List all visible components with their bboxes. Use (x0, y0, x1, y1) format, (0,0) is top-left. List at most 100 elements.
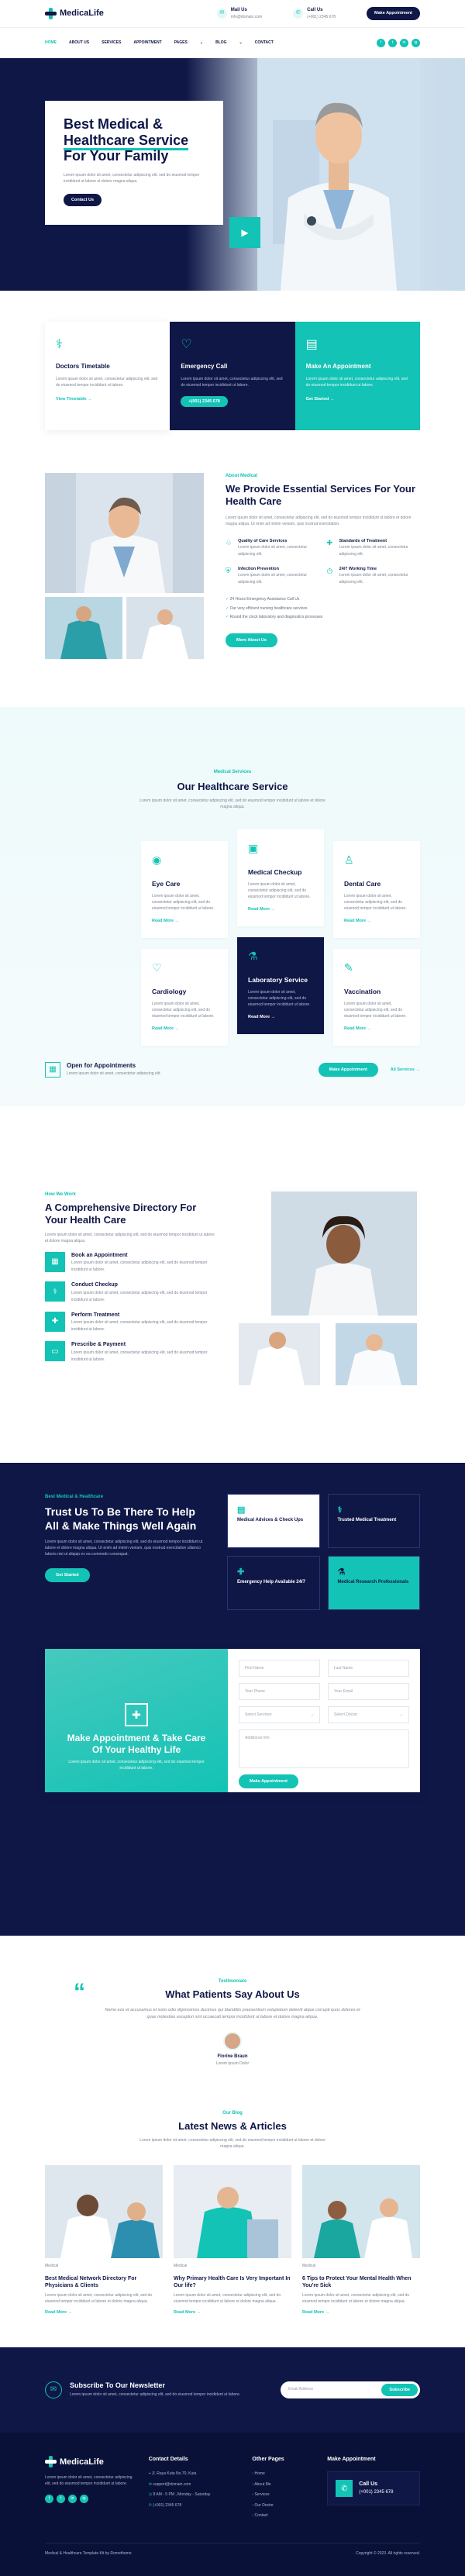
header-appointment-button[interactable]: Make Appointment (367, 7, 420, 20)
instagram-icon[interactable]: ig (412, 39, 420, 47)
nav-item-home[interactable]: HOME (45, 40, 57, 47)
footer-page-link[interactable]: › Home (252, 2471, 316, 2478)
facebook-icon[interactable]: f (45, 2495, 53, 2504)
about-section: About Medical We Provide Essential Servi… (0, 473, 465, 659)
service-card[interactable]: ♡ Cardiology Lorem ipsum dolor sit amet, c… (141, 949, 228, 1047)
clipboard-icon: ▤ (305, 338, 318, 351)
more-about-button[interactable]: More About Us (226, 633, 277, 647)
mail-icon: ✉ (148, 2481, 152, 2487)
play-video-button[interactable]: ▶ (229, 217, 260, 248)
services-select[interactable]: Select Services ⌄ (239, 1706, 320, 1723)
news-card[interactable]: Medical 6 Tips to Protect Your Mental He… (302, 2165, 420, 2316)
copyright-right: Copyright © 2023. All rights reserved. (356, 2550, 420, 2556)
trust-section: Best Medical & Healthcare Trust Us To Be… (0, 1463, 465, 1893)
twitter-icon[interactable]: t (57, 2495, 65, 2504)
about-features: ♧ Quality of Care Services Lorem ipsum dol… (226, 538, 420, 587)
nav-item-appointment[interactable]: APPOINTMENT (133, 40, 161, 47)
all-services-link[interactable]: All Services → (391, 1067, 420, 1073)
nav-item-about-us[interactable]: ABOUT US (69, 40, 89, 47)
hero-contact-button[interactable]: Contact Us (64, 194, 102, 207)
directory-label: How We Work (45, 1192, 76, 1197)
check-item: 24 Hours Emergency Assistance Call Us (226, 597, 420, 603)
footer-page-link[interactable]: › Services (252, 2492, 316, 2498)
open-appointment-button[interactable]: Make Appointment (318, 1062, 378, 1077)
chevron-down-icon: ⌄ (399, 1712, 403, 1717)
feature-text: Lorem ipsum dolor sit amet, consectetur … (181, 377, 283, 388)
logo[interactable]: MedicaLife (45, 7, 104, 20)
last-name-field[interactable]: Last Name (328, 1660, 409, 1677)
phone-field[interactable]: Your Phone (239, 1683, 320, 1700)
services-title: Our Healthcare Service (177, 781, 288, 792)
nav-item-contact[interactable]: CONTACT (255, 40, 274, 47)
news-read-more[interactable]: Read More → (174, 2309, 291, 2316)
call-label: Call Us (307, 7, 323, 12)
services-section: Medical Services Our Healthcare Service … (0, 707, 465, 1106)
service-card[interactable]: ◉ Eye Care Lorem ipsum dolor sit amet, con… (141, 841, 228, 939)
news-image (174, 2165, 291, 2259)
linkedin-icon[interactable]: in (400, 39, 408, 47)
testimonials-section: “ Testimonials What Patients Say About U… (0, 1893, 465, 2087)
first-name-field[interactable]: First Name (239, 1660, 320, 1677)
footer-page-link[interactable]: › Contact (252, 2513, 316, 2519)
news-title[interactable]: Best Medical Network Directory For Physi… (45, 2275, 163, 2289)
news-image (302, 2165, 420, 2259)
trust-get-started-button[interactable]: Get Started (45, 1568, 90, 1583)
subscribe-button[interactable]: Subscribe (381, 2383, 418, 2396)
chevron-down-icon: ⌄ (199, 40, 204, 45)
news-text: Lorem ipsum dolor sit amet, consectetur … (45, 2293, 153, 2305)
newsletter-placeholder: Email Address (288, 2386, 313, 2392)
footer-phone[interactable]: ✆ (+001) 2345 678 (149, 2503, 242, 2509)
service-card[interactable]: ✎ Vaccination Lorem ipsum dolor sit amet, … (333, 949, 420, 1047)
footer-call-box[interactable]: ✆ Call Us (+001) 2345 678 (327, 2471, 420, 2506)
hero-card: Best Medical & Healthcare Service For Yo… (45, 101, 223, 225)
footer-page-link[interactable]: › Our Doctor (252, 2503, 316, 2509)
footer-contact: Contact Details ⌖ Jl. Raya Kuta No.70, K… (149, 2456, 242, 2524)
facebook-icon[interactable]: f (377, 39, 385, 47)
clipboard-icon: ▤ (237, 1505, 246, 1515)
phone-icon: ✆ (148, 2502, 152, 2508)
email-field[interactable]: Your Email (328, 1683, 409, 1700)
step-item: ✚ Perform Treatment Lorem ipsum dolor sit … (45, 1311, 215, 1334)
news-read-more[interactable]: Read More → (302, 2309, 420, 2316)
trust-text: Lorem ipsum dolor sit amet, consectetur … (45, 1540, 203, 1557)
directory-images (239, 1191, 420, 1409)
news-card[interactable]: Medical Why Primary Health Care Is Very … (174, 2165, 291, 2316)
footer-email[interactable]: ✉ support@domain.com (149, 2482, 242, 2488)
appointment-text: Lorem ipsum dolor sit amet, consectetur … (68, 1760, 205, 1771)
step-item: ⚕ Conduct Checkup Lorem ipsum dolor sit am… (45, 1281, 215, 1304)
emergency-call-button[interactable]: +(001) 2345 678 (181, 396, 228, 408)
nav-item-pages[interactable]: PAGES (174, 40, 188, 47)
service-card[interactable]: ♙ Dental Care Lorem ipsum dolor sit amet, … (333, 841, 420, 939)
additional-info-field[interactable]: Additional Info (239, 1729, 409, 1768)
treatment-icon: ✚ (45, 1311, 65, 1332)
doctor-select[interactable]: Select Doctor ⌄ (328, 1706, 409, 1723)
feature-cards: ⚕ Doctors Timetable Lorem ipsum dolor si… (0, 322, 465, 430)
twitter-icon[interactable]: t (388, 39, 397, 47)
footer-appointment-title: Make Appointment (327, 2456, 376, 2462)
news-read-more[interactable]: Read More → (45, 2309, 163, 2316)
feature-link[interactable]: Get Started → (306, 396, 409, 402)
nav-item-blog[interactable]: BLOG (215, 40, 226, 47)
newsletter-email-input[interactable]: Email Address Subscribe (281, 2381, 420, 2398)
submit-appointment-button[interactable]: Make Appointment (239, 1774, 298, 1789)
check-item: Round the clock laboratory and diagnosti… (226, 615, 420, 621)
service-card[interactable]: ▣ Medical Checkup Lorem ipsum dolor sit am… (237, 829, 324, 927)
feature-link[interactable]: View Timetable → (56, 396, 159, 402)
footer-address: ⌖ Jl. Raya Kuta No.70, Kuta (148, 2471, 197, 2477)
testimonials-label: Testimonials (218, 1979, 247, 1984)
logo-text: MedicaLife (60, 9, 104, 19)
news-title[interactable]: 6 Tips to Protect Your Mental Health Whe… (302, 2275, 420, 2289)
linkedin-icon[interactable]: in (68, 2495, 77, 2504)
footer-logo[interactable]: MedicaLife (45, 2456, 138, 2469)
nav-item-services[interactable]: SERVICES (102, 40, 121, 47)
service-card-active[interactable]: ⚗ Laboratory Service Lorem ipsum dolor sit… (237, 937, 324, 1035)
trust-cell: ▤ Medical Advices & Check Ups (227, 1494, 320, 1548)
footer-page-link[interactable]: › About Me (252, 2482, 316, 2488)
news-card[interactable]: Medical Best Medical Network Directory F… (45, 2165, 163, 2316)
about-title: We Provide Essential Services For Your H… (226, 483, 415, 508)
logo-icon (45, 8, 57, 19)
instagram-icon[interactable]: ig (80, 2495, 88, 2504)
trust-grid: ▤ Medical Advices & Check Ups ⚕ Trusted Me… (227, 1494, 420, 1610)
hero: Best Medical & Healthcare Service For Yo… (0, 58, 465, 291)
news-title[interactable]: Why Primary Health Care Is Very Importan… (174, 2275, 291, 2289)
